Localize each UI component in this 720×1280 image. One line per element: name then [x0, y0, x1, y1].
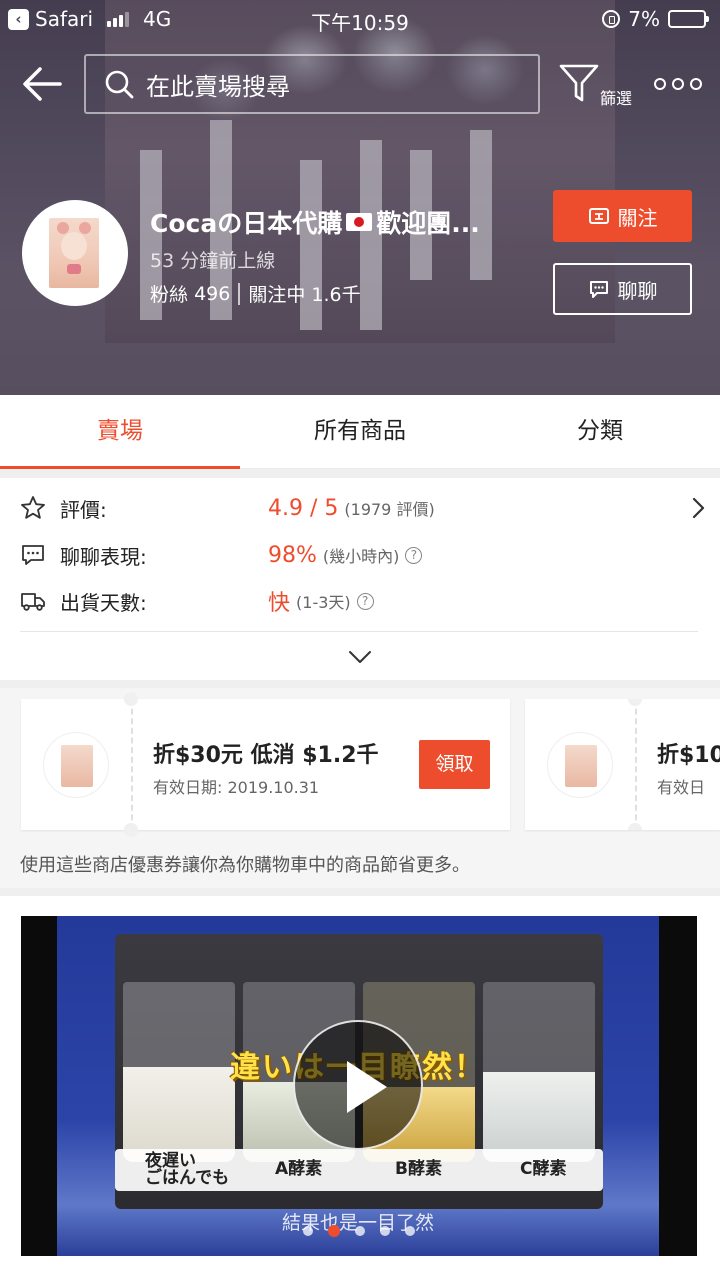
follow-store-icon [588, 208, 609, 224]
filter-label: 篩選 [600, 89, 633, 108]
rating-row[interactable]: 評價: 4.9 / 5 (1979 評價) [20, 488, 710, 528]
search-icon [105, 70, 134, 99]
rating-label: 評價: [60, 497, 107, 522]
chat-bubble-icon [22, 545, 44, 565]
shop-header: ‹ Safari 4G 下午10:59 7% 在此賣場搜尋 篩選 Cocaの日本… [0, 0, 720, 395]
voucher-shop-logo [547, 732, 613, 798]
follow-button[interactable]: 關注 [553, 190, 692, 242]
voucher-title: 折$30元 低消 $1.2千 [153, 743, 379, 768]
shop-stats: 評價: 4.9 / 5 (1979 評價) 聊聊表現: 98% (幾小時內) ?… [0, 478, 720, 680]
banner-video[interactable]: 違いは一目瞭然！ 夜遅い ごはんでも A酵素 B酵素 C酵素 結果也是一目了然 [21, 916, 697, 1256]
followers-count: 496 [194, 282, 231, 305]
shop-page: ‹ Safari 4G 下午10:59 7% 在此賣場搜尋 篩選 Cocaの日本… [0, 0, 720, 1280]
shipping-days-range: (1-3天) [296, 593, 351, 612]
chevron-down-icon[interactable] [348, 648, 372, 666]
status-bar: ‹ Safari 4G 下午10:59 7% [0, 0, 720, 38]
battery-icon [668, 10, 709, 28]
japan-flag-icon [346, 213, 373, 231]
shop-avatar[interactable] [22, 200, 128, 306]
rating-value: 4.9 / 5 [268, 495, 339, 521]
voucher-title: 折$10 [657, 743, 720, 768]
tab-all-products[interactable]: 所有商品 [240, 395, 480, 468]
rotation-lock-icon [602, 10, 621, 28]
battery-percent: 7% [628, 7, 660, 31]
filter-funnel-icon [559, 64, 599, 102]
chat-button[interactable]: 聊聊 [553, 263, 692, 315]
search-placeholder: 在此賣場搜尋 [146, 72, 290, 101]
chevron-right-icon[interactable] [686, 496, 710, 520]
carousel-dot[interactable] [380, 1226, 390, 1236]
chat-performance-value: 98% [268, 542, 317, 568]
follow-stats: 粉絲 496 關注中 1.6千 [150, 280, 361, 307]
chat-bubble-icon [589, 281, 608, 298]
tab-shop[interactable]: 賣場 [0, 395, 240, 469]
back-arrow-icon[interactable] [20, 62, 64, 106]
claim-voucher-button[interactable]: 領取 [419, 740, 490, 789]
help-icon[interactable]: ? [405, 546, 423, 564]
video-labels: 夜遅い ごはんでも A酵素 B酵素 C酵素 [115, 1149, 603, 1191]
help-icon[interactable]: ? [356, 592, 374, 610]
more-options-icon[interactable] [654, 70, 702, 98]
tab-categories[interactable]: 分類 [480, 395, 720, 468]
voucher-card[interactable]: 折$30元 低消 $1.2千 有效日期: 2019.10.31 領取 [21, 692, 510, 837]
shop-tabs: 賣場 所有商品 分類 [0, 395, 720, 469]
carousel-dot[interactable] [303, 1226, 313, 1236]
carousel-dots [21, 1225, 697, 1237]
followers-label: 粉絲 [150, 284, 189, 306]
chat-performance-row: 聊聊表現: 98% (幾小時內) ? [20, 535, 710, 575]
voucher-expiry: 有效日 [657, 778, 706, 797]
voucher-shop-logo [43, 732, 109, 798]
following-label: 關注中 [248, 284, 306, 306]
voucher-section: 折$30元 低消 $1.2千 有效日期: 2019.10.31 領取 折$10 … [0, 688, 720, 888]
filter-button[interactable]: 篩選 [556, 60, 640, 110]
following-count: 1.6千 [311, 284, 361, 306]
carousel-dot[interactable] [355, 1226, 365, 1236]
play-icon[interactable] [293, 1020, 423, 1150]
star-icon [21, 496, 45, 519]
carousel-dot[interactable] [405, 1226, 415, 1236]
shop-banner: 違いは一目瞭然！ 夜遅い ごはんでも A酵素 B酵素 C酵素 結果也是一目了然 [0, 896, 720, 1280]
rating-count: (1979 評價) [344, 500, 435, 519]
last-online: 53 分鐘前上線 [150, 250, 276, 272]
shop-name: Cocaの日本代購 歡迎團... [150, 209, 480, 238]
chat-response-time: (幾小時內) [322, 547, 400, 566]
shop-search-input[interactable]: 在此賣場搜尋 [84, 54, 540, 114]
shipping-days-label: 出貨天數: [60, 590, 147, 615]
shipping-days-row: 出貨天數: 快 (1-3天) ? [20, 581, 710, 621]
voucher-card[interactable]: 折$10 有效日 [525, 699, 720, 830]
delivery-truck-icon [21, 593, 45, 611]
voucher-expiry: 有效日期: 2019.10.31 [153, 778, 320, 797]
divider [20, 631, 698, 632]
chat-performance-label: 聊聊表現: [60, 544, 147, 569]
voucher-hint: 使用這些商店優惠券讓你為你購物車中的商品節省更多。 [20, 855, 470, 876]
carousel-dot-active[interactable] [328, 1225, 340, 1237]
shipping-days-value: 快 [268, 591, 291, 616]
